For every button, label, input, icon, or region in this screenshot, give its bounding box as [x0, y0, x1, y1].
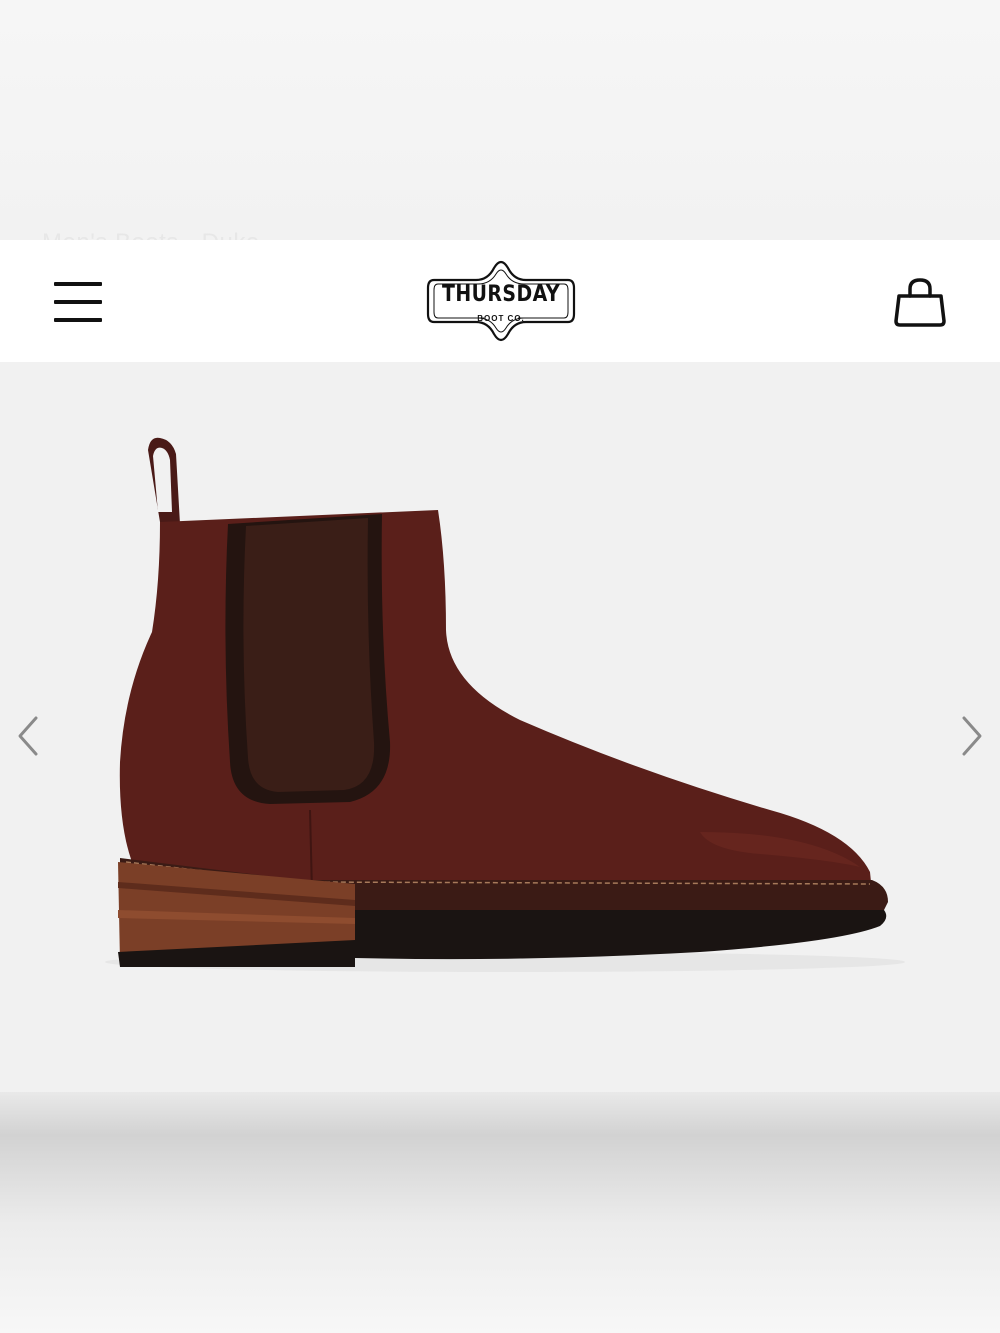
gallery-next-button[interactable]: [956, 714, 986, 758]
gallery-prev-button[interactable]: [14, 714, 44, 758]
cart-button[interactable]: [892, 276, 948, 328]
menu-button[interactable]: [52, 282, 106, 322]
chelsea-boot-image: [105, 437, 905, 972]
brand-logo[interactable]: THURSDAY BOOT CO.: [422, 252, 580, 350]
logo-title: THURSDAY: [442, 282, 560, 307]
chevron-left-icon: [18, 716, 38, 756]
logo-subtitle: BOOT CO.: [477, 314, 525, 323]
site-header: THURSDAY BOOT CO.: [0, 240, 1000, 363]
background-blur-top: [0, 0, 1000, 240]
chevron-right-icon: [962, 716, 982, 756]
hamburger-menu-icon: [54, 282, 102, 286]
product-image-gallery[interactable]: [0, 362, 1000, 1092]
shopping-bag-icon: [894, 278, 946, 327]
background-blur-bottom: [0, 1092, 1000, 1333]
